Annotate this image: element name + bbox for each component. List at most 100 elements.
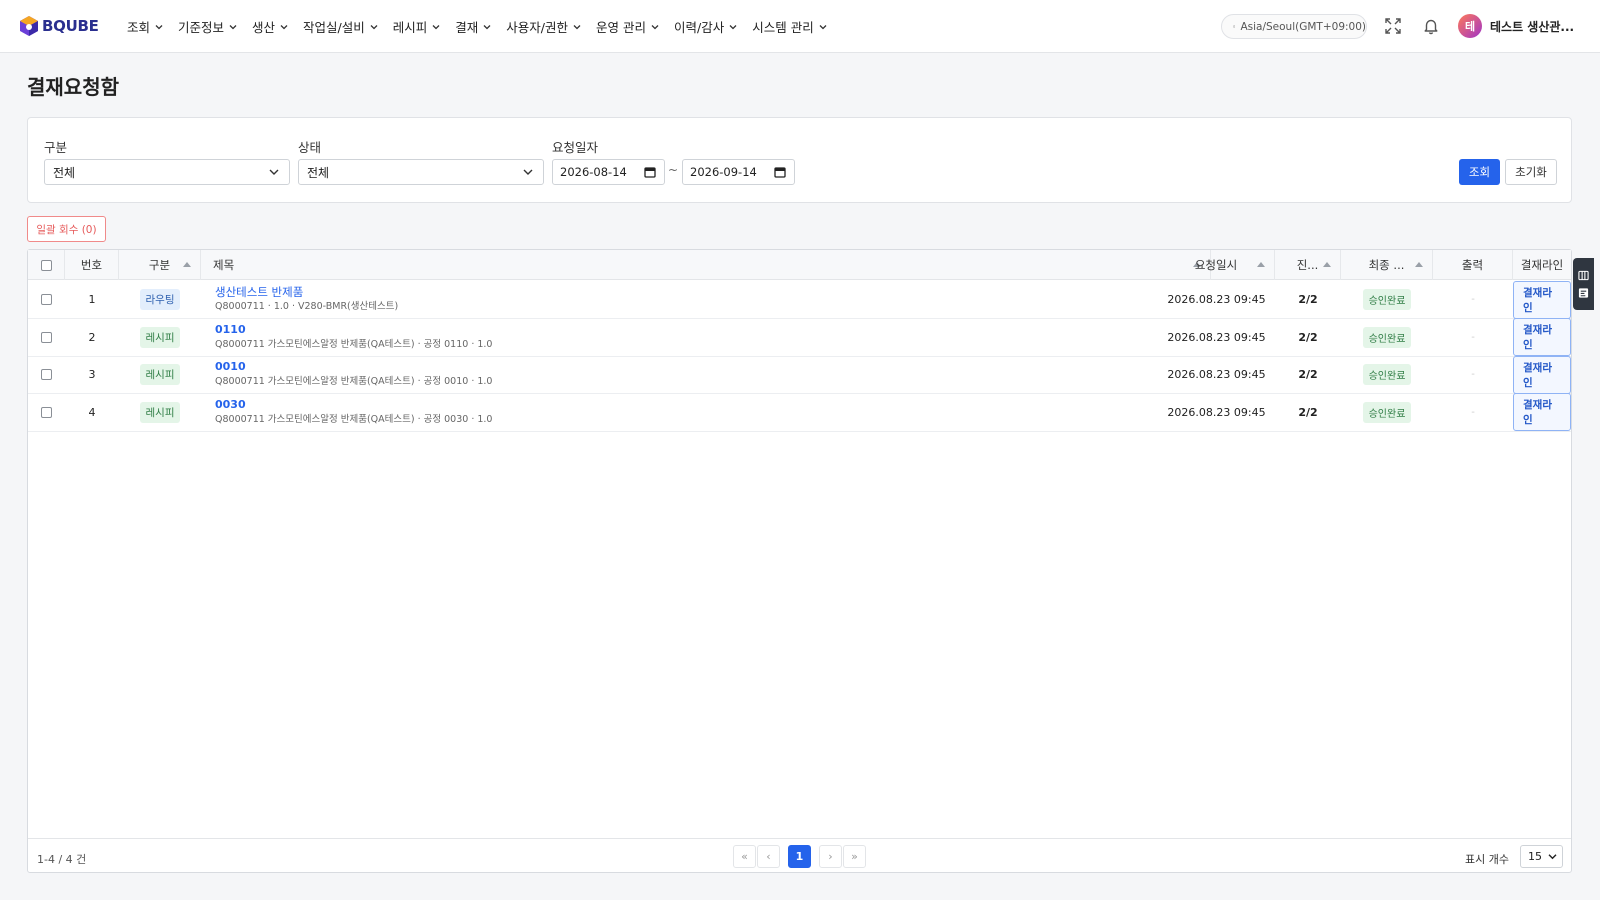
column-header-approval-line: 결재라인 bbox=[1513, 250, 1571, 280]
calendar-icon[interactable] bbox=[644, 166, 656, 178]
logo[interactable]: BQUBE bbox=[20, 16, 99, 36]
select-all-checkbox[interactable] bbox=[40, 259, 52, 271]
nav-menu-item[interactable]: 운영 관리 bbox=[596, 17, 660, 36]
column-label: 진... bbox=[1296, 258, 1319, 272]
row-checkbox[interactable] bbox=[41, 369, 52, 380]
print-placeholder: - bbox=[1471, 406, 1475, 418]
column-label: 요청일시 bbox=[1194, 258, 1238, 272]
date-label: 요청일자 bbox=[552, 140, 599, 155]
row-final-status-cell: 승인완료 bbox=[1341, 281, 1433, 318]
column-label: 출력 bbox=[1461, 258, 1484, 272]
status-badge: 승인완료 bbox=[1362, 289, 1412, 310]
row-checkbox[interactable] bbox=[41, 331, 52, 343]
next-page-button[interactable]: › bbox=[819, 845, 842, 868]
column-label: 최종 ... bbox=[1368, 258, 1405, 272]
date-from-input[interactable]: 2026-08-14 bbox=[552, 159, 665, 185]
table-row[interactable]: 1 라우팅 생산테스트 반제품 Q8000711 · 1.0 · V280-BMR(생… bbox=[28, 280, 1571, 319]
nav-menu-item[interactable]: 기준정보 bbox=[178, 17, 238, 36]
row-title-link[interactable]: 생산테스트 반제품 bbox=[215, 285, 1115, 299]
user-menu[interactable]: 테 테스트 생산관... bbox=[1458, 14, 1574, 38]
row-title-link[interactable]: 0010 bbox=[215, 360, 1115, 374]
row-title-link[interactable]: 0110 bbox=[215, 323, 1115, 337]
table-row[interactable]: 3 레시피 0010 Q8000711 가스모틴에스알정 반제품(QA테스트) · 공… bbox=[28, 355, 1571, 394]
column-header-progress[interactable]: 진... bbox=[1275, 250, 1341, 280]
timezone-indicator[interactable]: Asia/Seoul(GMT+09:00) bbox=[1221, 14, 1367, 39]
nav-menu-label: 이력/감사 bbox=[674, 20, 725, 35]
clock-icon bbox=[1233, 25, 1236, 28]
approval-request-table: 번호 구분 제목 요청일시 진... 최종 ... 출력 결재라인 1 라우팅 생산… bbox=[27, 249, 1572, 873]
page-button-current[interactable]: 1 bbox=[788, 845, 811, 868]
row-title-cell[interactable]: 0110 Q8000711 가스모틴에스알정 반제품(QA테스트) · 공정 01… bbox=[215, 323, 1115, 352]
page-size-value: 15 bbox=[1528, 850, 1542, 863]
status-select-value: 전체 bbox=[307, 165, 330, 180]
row-select-cell bbox=[28, 356, 65, 393]
row-number: 4 bbox=[88, 405, 96, 419]
nav-menu-item[interactable]: 시스템 관리 bbox=[752, 17, 827, 36]
last-page-button[interactable]: » bbox=[843, 845, 866, 868]
row-checkbox[interactable] bbox=[41, 406, 52, 418]
prev-page-button[interactable]: ‹ bbox=[757, 845, 780, 868]
bell-icon[interactable] bbox=[1422, 17, 1440, 35]
status-select[interactable]: 전체 bbox=[298, 159, 544, 185]
approval-line-button[interactable]: 결재라인 bbox=[1513, 393, 1571, 431]
row-approval-line-cell: 결재라인 bbox=[1513, 355, 1571, 394]
chevron-down-icon bbox=[651, 24, 659, 29]
column-header-requested-at[interactable]: 요청일시 bbox=[1158, 250, 1275, 280]
nav-menu-item[interactable]: 조회 bbox=[127, 17, 164, 36]
row-subtitle: Q8000711 가스모틴에스알정 반제품(QA테스트) · 공정 0010 ·… bbox=[215, 376, 493, 387]
nav-menu-item[interactable]: 이력/감사 bbox=[674, 17, 738, 36]
first-page-button[interactable]: « bbox=[733, 845, 756, 868]
row-requested-at: 2026.08.23 09:45 bbox=[1167, 368, 1266, 381]
sort-icon[interactable] bbox=[1257, 262, 1265, 267]
column-label: 제목 bbox=[213, 258, 235, 272]
table-row[interactable]: 4 레시피 0030 Q8000711 가스모틴에스알정 반제품(QA테스트) · 공… bbox=[28, 393, 1571, 432]
column-header-category[interactable]: 구분 bbox=[119, 250, 201, 280]
sort-icon[interactable] bbox=[183, 262, 191, 267]
row-title-cell[interactable]: 0030 Q8000711 가스모틴에스알정 반제품(QA테스트) · 공정 00… bbox=[215, 398, 1115, 427]
approval-line-button[interactable]: 결재라인 bbox=[1513, 280, 1571, 319]
row-title-link[interactable]: 0030 bbox=[215, 398, 1115, 412]
row-checkbox[interactable] bbox=[41, 294, 52, 305]
nav-menu-item[interactable]: 결재 bbox=[455, 17, 492, 36]
nav-menu-label: 조회 bbox=[127, 20, 151, 35]
sort-icon[interactable] bbox=[1323, 262, 1331, 267]
page-size-select[interactable]: 15 bbox=[1520, 845, 1563, 868]
page-size-label: 표시 개수 bbox=[1465, 853, 1509, 866]
print-placeholder: - bbox=[1471, 369, 1475, 380]
column-header-title[interactable]: 제목 bbox=[201, 250, 1211, 280]
approval-line-button[interactable]: 결재라인 bbox=[1513, 355, 1571, 394]
table-row[interactable]: 2 레시피 0110 Q8000711 가스모틴에스알정 반제품(QA테스트) · 공… bbox=[28, 318, 1571, 357]
main-menu: 조회 기준정보 생산 작업실/설비 레시피 결재 사용자/권한 운영 관리 이력/감사 시스템 관… bbox=[127, 0, 842, 53]
row-requested-at: 2026.08.23 09:45 bbox=[1167, 405, 1266, 419]
row-select-cell bbox=[28, 394, 65, 431]
chevron-down-icon bbox=[1548, 854, 1557, 860]
approval-line-button[interactable]: 결재라인 bbox=[1513, 318, 1571, 356]
side-panel-tab[interactable] bbox=[1573, 258, 1594, 310]
status-label: 상태 bbox=[298, 140, 322, 155]
row-title-cell[interactable]: 생산테스트 반제품 Q8000711 · 1.0 · V280-BMR(생산테스트… bbox=[215, 285, 1115, 314]
fullscreen-icon[interactable] bbox=[1384, 17, 1402, 35]
category-select[interactable]: 전체 bbox=[44, 159, 290, 185]
nav-menu-item[interactable]: 생산 bbox=[252, 17, 289, 36]
row-requested-at: 2026.08.23 09:45 bbox=[1167, 293, 1266, 306]
filter-settings-icon[interactable] bbox=[1578, 287, 1589, 299]
nav-menu-item[interactable]: 사용자/권한 bbox=[506, 17, 582, 36]
reset-button[interactable]: 초기화 bbox=[1505, 159, 1557, 185]
nav-menu-item[interactable]: 작업실/설비 bbox=[303, 17, 379, 36]
column-header-final-status[interactable]: 최종 ... bbox=[1341, 250, 1433, 280]
row-category-cell: 라우팅 bbox=[119, 281, 201, 318]
column-header-print: 출력 bbox=[1433, 250, 1513, 280]
row-title-cell[interactable]: 0010 Q8000711 가스모틴에스알정 반제품(QA테스트) · 공정 00… bbox=[215, 360, 1115, 389]
chevron-down-icon bbox=[573, 24, 581, 29]
calendar-icon[interactable] bbox=[774, 166, 786, 178]
search-button[interactable]: 조회 bbox=[1459, 159, 1500, 185]
category-tag: 레시피 bbox=[139, 364, 181, 385]
chevron-down-icon bbox=[523, 169, 533, 175]
nav-menu-label: 시스템 관리 bbox=[752, 20, 814, 35]
date-to-input[interactable]: 2026-09-14 bbox=[682, 159, 795, 185]
nav-menu-item[interactable]: 레시피 bbox=[393, 17, 442, 36]
sort-icon[interactable] bbox=[1415, 262, 1423, 267]
bulk-recall-button[interactable]: 일괄 회수 (0) bbox=[27, 216, 106, 242]
row-number: 3 bbox=[88, 368, 96, 381]
columns-icon[interactable] bbox=[1578, 270, 1589, 281]
